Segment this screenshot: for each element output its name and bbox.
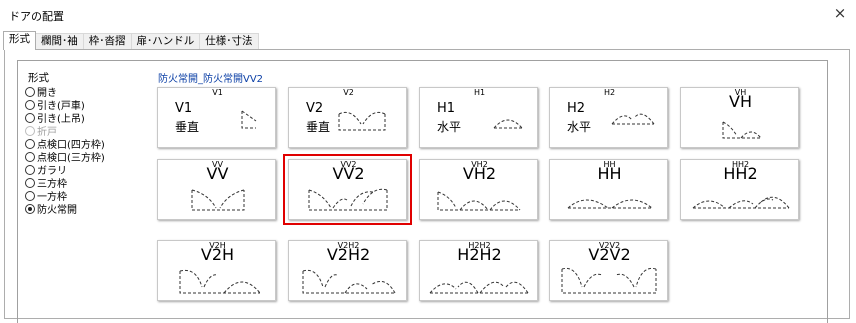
tab-form[interactable]: 形式: [3, 31, 36, 50]
tab-frame[interactable]: 枠･沓摺: [82, 33, 132, 50]
tile-code: V2: [306, 101, 324, 116]
tile-orientation: 水平: [567, 120, 592, 134]
style-tile-vv[interactable]: VV VV: [157, 159, 276, 220]
style-tile-vh2[interactable]: VH2 VH2: [419, 159, 538, 220]
tile-code-large: HH2: [723, 164, 758, 183]
tile-caption: H2: [603, 88, 616, 97]
radio-fire-hold-open[interactable]: 防火常開: [25, 202, 105, 216]
window-title: ドアの配置: [9, 10, 64, 23]
tile-caption: V2: [343, 88, 354, 97]
radio-circle: [25, 203, 35, 214]
style-tile-h1[interactable]: H1 H1 水平: [419, 87, 538, 148]
tile-orientation: 垂直: [306, 120, 331, 134]
tile-code: H2: [567, 101, 586, 116]
style-tile-h2h2[interactable]: H2H2 H2H2: [419, 240, 538, 301]
style-tile-v1[interactable]: V1 V1 垂直: [157, 87, 276, 148]
tile-code-large: VV: [206, 164, 229, 183]
style-tile-h2[interactable]: H2 H2 水平: [549, 87, 668, 148]
radio-circle: [25, 86, 35, 97]
tile-code-large: VH2: [462, 164, 497, 183]
tile-code-large: VV2: [332, 164, 365, 183]
door-swing-h1-icon: [493, 119, 523, 129]
style-tile-vv2[interactable]: VV2 VV2: [283, 154, 412, 225]
tile-code: H1: [437, 101, 456, 116]
radio-circle: [25, 164, 35, 175]
tile-code-large: H2H2: [457, 245, 502, 264]
radio-circle: [25, 190, 35, 201]
style-tile-v2v2[interactable]: V2V2 V2V2: [549, 240, 668, 301]
style-tile-vh[interactable]: VH VH: [680, 87, 799, 148]
tab-transom[interactable]: 欄間･袖: [35, 33, 84, 50]
radio-circle: [25, 112, 35, 123]
door-swing-v1-icon: [241, 110, 257, 129]
tab-strip: 形式 欄間･袖 枠･沓摺 扉･ハンドル 仕様･寸法: [3, 31, 259, 50]
tile-code-large: V2V2: [588, 245, 631, 264]
tile-code-large: HH: [597, 164, 622, 183]
style-tile-v2[interactable]: V2 V2 垂直: [288, 87, 407, 148]
tab-spec-size[interactable]: 仕様･寸法: [199, 33, 259, 50]
tile-code-large: V2H: [200, 245, 235, 264]
style-tile-v2h[interactable]: V2H V2H: [157, 240, 276, 301]
tile-orientation: 水平: [437, 120, 462, 134]
radio-circle: [25, 177, 35, 188]
style-tile-hh[interactable]: HH HH: [549, 159, 668, 220]
radio-circle: [25, 99, 35, 110]
tab-door-handle[interactable]: 扉･ハンドル: [130, 33, 201, 50]
radio-circle: [25, 151, 35, 162]
door-swing-h2-icon: [611, 113, 655, 125]
radio-circle: [25, 138, 35, 149]
tile-orientation: 垂直: [175, 120, 200, 134]
radio-label: 防火常開: [37, 205, 77, 216]
tile-code-large: VH: [729, 92, 752, 111]
style-tile-hh2[interactable]: HH2 HH2: [680, 159, 799, 220]
radio-circle: [25, 125, 35, 136]
title-bar: ドアの配置 ×: [0, 0, 856, 28]
tile-code: V1: [175, 101, 193, 116]
selected-style-name: 防火常開_防火常開VV2: [158, 74, 264, 85]
form-type-radio-group: 開き 引き(戸車) 引き(上吊) 折戸 点検口(四方枠) 点検口(三方枠) ガラ…: [25, 85, 105, 216]
style-tile-v2h2[interactable]: V2H2 V2H2: [288, 240, 407, 301]
tile-caption: V1: [212, 88, 223, 97]
door-swing-v2-icon: [338, 111, 386, 131]
form-type-label: 形式: [28, 72, 49, 84]
close-icon[interactable]: ×: [832, 5, 848, 21]
tile-caption: H1: [473, 88, 486, 97]
tile-code-large: V2H2: [326, 245, 371, 264]
